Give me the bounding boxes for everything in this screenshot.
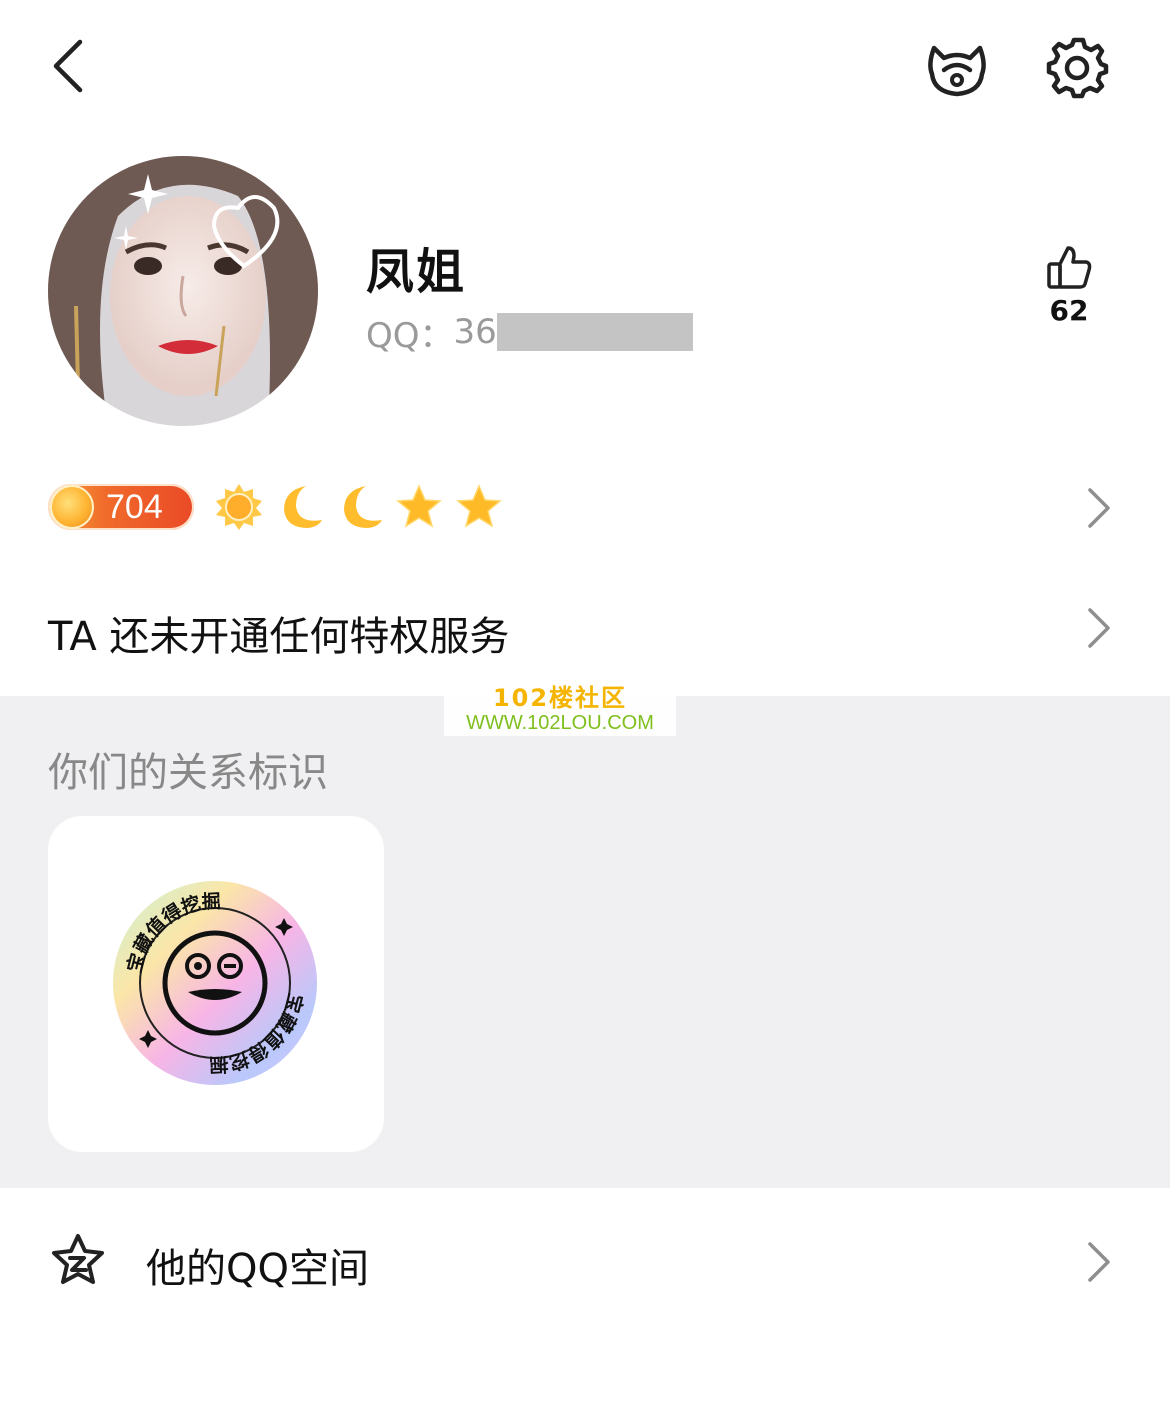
back-button[interactable] — [40, 30, 100, 100]
bell-coin-icon — [50, 485, 94, 529]
settings-button[interactable] — [1044, 34, 1110, 100]
qq-number-redaction — [496, 313, 693, 351]
star-icon — [394, 482, 444, 532]
level-icons — [214, 482, 504, 534]
moon-icon — [334, 482, 384, 532]
like-button[interactable]: 62 — [1036, 240, 1102, 350]
qq-number: QQ： 36 — [366, 310, 693, 356]
avatar[interactable] — [48, 156, 318, 426]
chevron-right-icon — [1088, 608, 1110, 648]
sun-icon — [214, 482, 264, 532]
pet-button[interactable] — [922, 34, 992, 100]
nickname: 凤姐 — [366, 244, 467, 300]
top-bar — [0, 0, 1170, 130]
qzone-star-icon — [52, 1234, 104, 1284]
qq-label: QQ： — [366, 315, 454, 356]
level-row[interactable]: 704 — [0, 470, 1170, 546]
relationship-card[interactable]: 宝藏值得挖掘 宝藏值得挖掘 — [48, 816, 384, 1152]
level-value: 704 — [106, 488, 163, 526]
chevron-left-icon — [53, 39, 83, 93]
privilege-text: TA 还未开通任何特权服务 — [48, 614, 510, 660]
relationship-badge: 宝藏值得挖掘 宝藏值得挖掘 — [112, 880, 318, 1086]
pet-face-icon — [928, 45, 986, 97]
moon-icon — [274, 482, 324, 532]
like-count: 62 — [1049, 294, 1089, 327]
relationship-section: 你们的关系标识 宝藏值得挖掘 宝藏值得挖掘 — [0, 696, 1170, 1188]
chevron-right-icon — [1088, 488, 1110, 528]
qzone-row[interactable]: 他的QQ空间 — [0, 1216, 1170, 1306]
star-icon — [454, 482, 504, 532]
thumbs-up-icon — [1047, 246, 1092, 289]
watermark-line2: WWW.102LOU.COM — [466, 712, 654, 734]
chevron-right-icon — [1088, 1242, 1110, 1282]
privilege-row[interactable]: TA 还未开通任何特权服务 — [0, 590, 1170, 670]
watermark: 102楼社区 WWW.102LOU.COM — [444, 684, 676, 736]
qq-number-visible: 36 — [453, 312, 497, 352]
level-badge: 704 — [48, 484, 194, 530]
avatar-photo — [48, 156, 318, 426]
gear-icon — [1046, 37, 1109, 99]
watermark-line1: 102楼社区 — [492, 684, 628, 712]
qzone-label: 他的QQ空间 — [146, 1246, 369, 1292]
relationship-title: 你们的关系标识 — [48, 750, 328, 796]
